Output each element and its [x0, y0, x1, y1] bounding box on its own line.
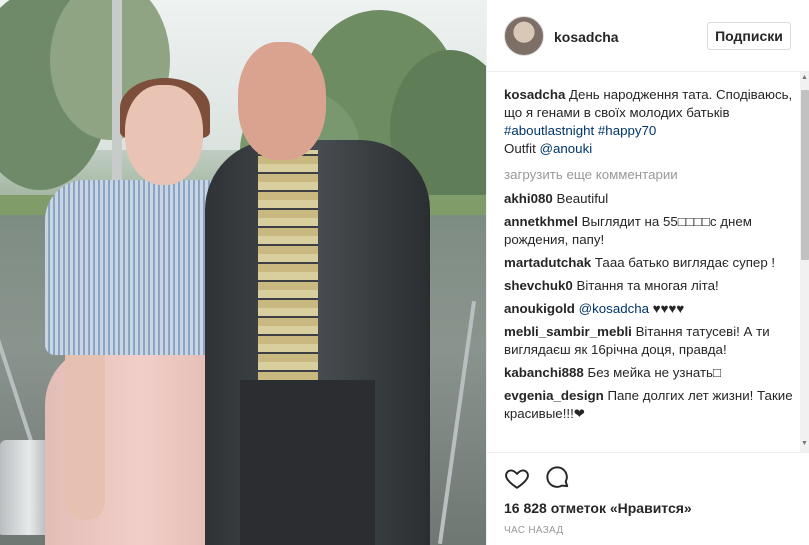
avatar[interactable]	[504, 16, 544, 56]
username-link[interactable]: kosadcha	[554, 29, 619, 45]
comment-author[interactable]: annetkhmel	[504, 214, 578, 229]
comment-item: shevchuk0 Вітання та многая літа!	[504, 277, 794, 295]
comment-item: martadutchak Тааа батько виглядає супер …	[504, 254, 794, 272]
comment-text: Тааа батько виглядає супер !	[594, 255, 776, 270]
comment-item: evgenia_design Папе долгих лет жизни! Та…	[504, 387, 794, 423]
post-caption: kosadcha День народження тата. Сподіваюс…	[504, 86, 794, 158]
comment-author[interactable]: anoukigold	[504, 301, 575, 316]
comment-text: Без мейка не узнать□	[587, 365, 721, 380]
scroll-up-arrow-icon[interactable]: ▲	[801, 74, 808, 81]
comment-text: ♥♥♥♥	[652, 301, 685, 316]
comment-item: akhi080 Beautiful	[504, 190, 794, 208]
comment-text: Вітання та многая літа!	[576, 278, 719, 293]
hashtag-link[interactable]: #happy70	[598, 123, 656, 138]
comment-item: anoukigold @kosadcha ♥♥♥♥	[504, 300, 794, 318]
following-button[interactable]: Подписки	[707, 22, 791, 50]
post-side-panel: kosadcha Подписки kosadcha День народжен…	[486, 0, 809, 545]
comment-author[interactable]: evgenia_design	[504, 388, 604, 403]
comment-text: Beautiful	[556, 191, 609, 206]
woman-face	[125, 85, 203, 185]
mention-link[interactable]: @anouki	[539, 141, 592, 156]
comment-author[interactable]: kabanchi888	[504, 365, 584, 380]
caption-author[interactable]: kosadcha	[504, 87, 565, 102]
outfit-label: Outfit	[504, 141, 536, 156]
post-header: kosadcha Подписки	[487, 0, 809, 72]
comment-icon[interactable]	[545, 465, 571, 491]
scrollbar-thumb[interactable]	[801, 90, 809, 260]
load-more-comments-link[interactable]: загрузить еще комментарии	[504, 166, 794, 184]
comment-author[interactable]: mebli_sambir_mebli	[504, 324, 632, 339]
comment-item: kabanchi888 Без мейка не узнать□	[504, 364, 794, 382]
comment-author[interactable]: martadutchak	[504, 255, 591, 270]
mention-link[interactable]: @kosadcha	[579, 301, 649, 316]
comment-author[interactable]: shevchuk0	[504, 278, 573, 293]
hashtag-link[interactable]: #aboutlastnight	[504, 123, 594, 138]
comment-author[interactable]: akhi080	[504, 191, 553, 206]
post-timestamp[interactable]: ЧАС НАЗАД	[504, 525, 563, 536]
comment-item: mebli_sambir_mebli Вітання татусеві! А т…	[504, 323, 794, 359]
likes-count[interactable]: 16 828 отметок «Нравится»	[504, 500, 692, 516]
post-actions: 16 828 отметок «Нравится» ЧАС НАЗАД	[487, 452, 809, 545]
comments-list: kosadcha День народження тата. Сподіваюс…	[504, 86, 794, 451]
heart-icon[interactable]	[504, 465, 530, 491]
scroll-down-arrow-icon[interactable]: ▼	[801, 440, 808, 447]
man-face	[238, 42, 326, 160]
post-photo[interactable]	[0, 0, 486, 545]
comment-item: annetkhmel Выглядит на 55□□□□с днем рожд…	[504, 213, 794, 249]
